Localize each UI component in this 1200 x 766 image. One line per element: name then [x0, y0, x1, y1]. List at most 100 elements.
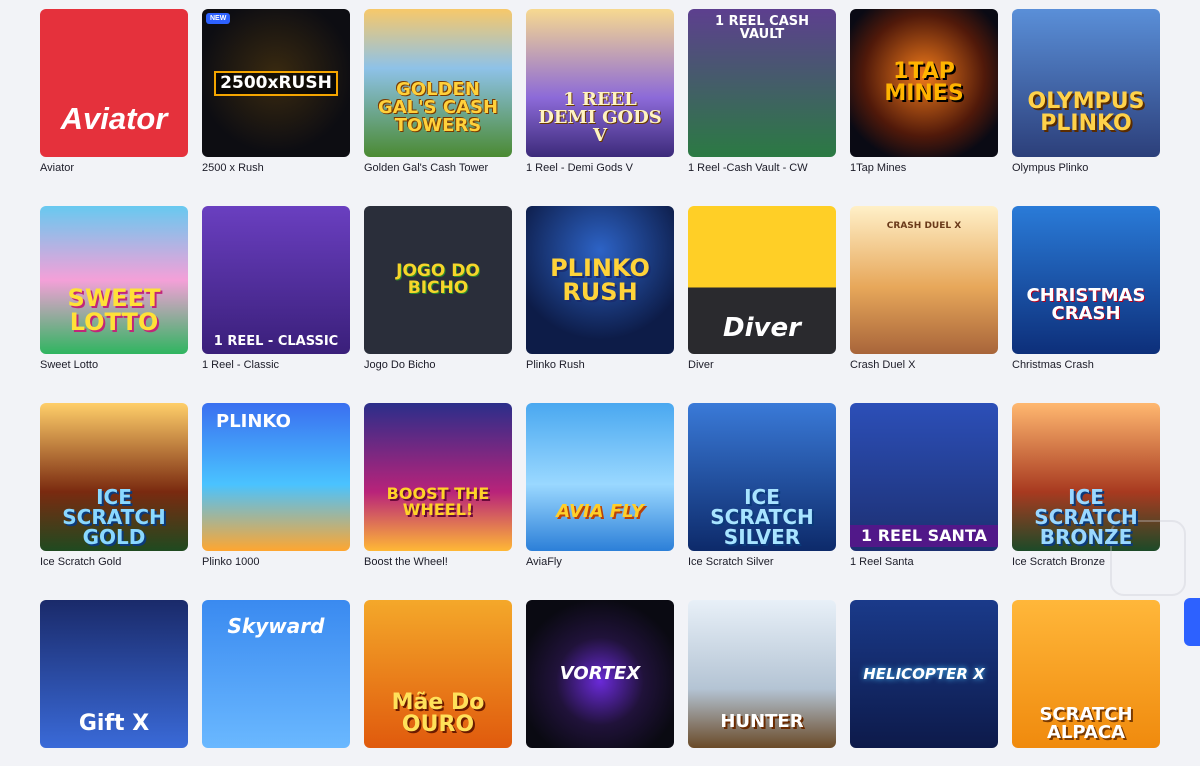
- game-thumbnail[interactable]: GOLDEN GAL'S CASH TOWERS: [364, 9, 512, 157]
- game-card[interactable]: VORTEX: [526, 600, 674, 766]
- game-logo-text: 1 REEL SANTA: [850, 525, 998, 547]
- game-thumbnail[interactable]: 1 REEL CASH VAULT: [688, 9, 836, 157]
- game-thumbnail[interactable]: 1 REEL DEMI GODS V: [526, 9, 674, 157]
- game-card[interactable]: Mãe Do OURO: [364, 600, 512, 766]
- game-card[interactable]: OLYMPUS PLINKO Olympus Plinko: [1012, 9, 1160, 175]
- game-title[interactable]: 1 Reel - Classic: [202, 358, 350, 372]
- game-title[interactable]: Plinko Rush: [526, 358, 674, 372]
- game-card[interactable]: JOGO DO BICHO Jogo Do Bicho: [364, 206, 512, 372]
- game-title[interactable]: [688, 752, 836, 766]
- game-title[interactable]: Plinko 1000: [202, 555, 350, 569]
- game-thumbnail[interactable]: 1 REEL - CLASSIC: [202, 206, 350, 354]
- game-title[interactable]: Jogo Do Bicho: [364, 358, 512, 372]
- game-thumbnail[interactable]: ICE SCRATCH SILVER: [688, 403, 836, 551]
- game-thumbnail[interactable]: OLYMPUS PLINKO: [1012, 9, 1160, 157]
- game-card[interactable]: NEW 2500xRUSH 2500 x Rush: [202, 9, 350, 175]
- game-logo-text: ICE SCRATCH BRONZE: [1034, 485, 1138, 549]
- side-chat-tab[interactable]: [1184, 598, 1200, 646]
- game-logo-text: VORTEX: [559, 663, 641, 684]
- game-logo-text: Aviator: [60, 100, 168, 136]
- game-thumbnail[interactable]: JOGO DO BICHO: [364, 206, 512, 354]
- game-thumbnail[interactable]: BOOST THE WHEEL!: [364, 403, 512, 551]
- game-thumbnail[interactable]: Aviator: [40, 9, 188, 157]
- game-thumbnail[interactable]: PLINKO: [202, 403, 350, 551]
- game-card[interactable]: BOOST THE WHEEL! Boost the Wheel!: [364, 403, 512, 569]
- game-thumbnail[interactable]: Skyward: [202, 600, 350, 748]
- game-card[interactable]: 1TAP MINES 1Tap Mines: [850, 9, 998, 175]
- game-thumbnail[interactable]: PLINKO RUSH: [526, 206, 674, 354]
- game-card[interactable]: ICE SCRATCH SILVER Ice Scratch Silver: [688, 403, 836, 569]
- game-title[interactable]: Diver: [688, 358, 836, 372]
- game-thumbnail[interactable]: 1TAP MINES: [850, 9, 998, 157]
- game-thumbnail[interactable]: CHRISTMAS CRASH: [1012, 206, 1160, 354]
- game-card[interactable]: AVIA FLY AviaFly: [526, 403, 674, 569]
- game-title[interactable]: [40, 752, 188, 766]
- game-logo-text: PLINKO: [216, 411, 291, 432]
- game-logo-text: HUNTER: [720, 710, 804, 732]
- game-logo-text: ICE SCRATCH SILVER: [710, 485, 814, 549]
- game-logo-text: BOOST THE WHEEL!: [386, 484, 490, 519]
- game-title[interactable]: Crash Duel X: [850, 358, 998, 372]
- game-thumbnail[interactable]: 1 REEL SANTA: [850, 403, 998, 551]
- game-title[interactable]: [1012, 752, 1160, 766]
- game-card[interactable]: 1 REEL CASH VAULT 1 Reel -Cash Vault - CW: [688, 9, 836, 175]
- game-thumbnail[interactable]: NEW 2500xRUSH: [202, 9, 350, 157]
- game-card[interactable]: ICE SCRATCH GOLD Ice Scratch Gold: [40, 403, 188, 569]
- game-logo-text: 1 REEL - CLASSIC: [213, 334, 339, 349]
- game-title[interactable]: Christmas Crash: [1012, 358, 1160, 372]
- game-card[interactable]: 1 REEL SANTA 1 Reel Santa: [850, 403, 998, 569]
- game-thumbnail[interactable]: Mãe Do OURO: [364, 600, 512, 748]
- game-logo-text: Gift X: [78, 711, 150, 736]
- game-thumbnail[interactable]: SWEET LOTTO: [40, 206, 188, 354]
- game-thumbnail[interactable]: AVIA FLY: [526, 403, 674, 551]
- game-card[interactable]: Gift X: [40, 600, 188, 766]
- game-title[interactable]: Boost the Wheel!: [364, 555, 512, 569]
- game-grid: Aviator Aviator NEW 2500xRUSH 2500 x Rush GOL…: [40, 9, 1160, 766]
- game-logo-text: HELICOPTER X: [863, 664, 985, 683]
- game-card[interactable]: CHRISTMAS CRASH Christmas Crash: [1012, 206, 1160, 372]
- game-thumbnail[interactable]: ICE SCRATCH GOLD: [40, 403, 188, 551]
- game-card[interactable]: Diver Diver: [688, 206, 836, 372]
- game-card[interactable]: CRASH DUEL X Crash Duel X: [850, 206, 998, 372]
- game-card[interactable]: SCRATCH ALPACA: [1012, 600, 1160, 766]
- game-card[interactable]: GOLDEN GAL'S CASH TOWERS Golden Gal's Cas…: [364, 9, 512, 175]
- game-title[interactable]: Sweet Lotto: [40, 358, 188, 372]
- game-thumbnail[interactable]: Diver: [688, 206, 836, 354]
- game-thumbnail[interactable]: Gift X: [40, 600, 188, 748]
- game-card[interactable]: 1 REEL - CLASSIC 1 Reel - Classic: [202, 206, 350, 372]
- game-card[interactable]: ICE SCRATCH BRONZE Ice Scratch Bronze: [1012, 403, 1160, 569]
- game-thumbnail[interactable]: ICE SCRATCH BRONZE: [1012, 403, 1160, 551]
- game-title[interactable]: Aviator: [40, 161, 188, 175]
- game-title[interactable]: [202, 752, 350, 766]
- game-card[interactable]: HUNTER: [688, 600, 836, 766]
- game-logo-text: PLINKO RUSH: [550, 254, 650, 306]
- game-title[interactable]: Golden Gal's Cash Tower: [364, 161, 512, 175]
- game-title[interactable]: [364, 752, 512, 766]
- game-thumbnail[interactable]: VORTEX: [526, 600, 674, 748]
- game-thumbnail[interactable]: HUNTER: [688, 600, 836, 748]
- new-badge: NEW: [206, 13, 231, 24]
- game-title[interactable]: Ice Scratch Silver: [688, 555, 836, 569]
- game-title[interactable]: [526, 752, 674, 766]
- game-title[interactable]: Ice Scratch Gold: [40, 555, 188, 569]
- game-title[interactable]: 2500 x Rush: [202, 161, 350, 175]
- game-card[interactable]: Skyward: [202, 600, 350, 766]
- game-card[interactable]: PLINKO RUSH Plinko Rush: [526, 206, 674, 372]
- game-title[interactable]: 1Tap Mines: [850, 161, 998, 175]
- game-card[interactable]: HELICOPTER X: [850, 600, 998, 766]
- game-thumbnail[interactable]: HELICOPTER X: [850, 600, 998, 748]
- game-logo-text: Skyward: [227, 614, 325, 638]
- game-card[interactable]: 1 REEL DEMI GODS V 1 Reel - Demi Gods V: [526, 9, 674, 175]
- game-title[interactable]: [850, 752, 998, 766]
- game-title[interactable]: AviaFly: [526, 555, 674, 569]
- game-title[interactable]: Olympus Plinko: [1012, 161, 1160, 175]
- game-card[interactable]: PLINKO Plinko 1000: [202, 403, 350, 569]
- game-card[interactable]: SWEET LOTTO Sweet Lotto: [40, 206, 188, 372]
- game-title[interactable]: 1 Reel Santa: [850, 555, 998, 569]
- game-card[interactable]: Aviator Aviator: [40, 9, 188, 175]
- game-title[interactable]: 1 Reel -Cash Vault - CW: [688, 161, 836, 175]
- game-thumbnail[interactable]: CRASH DUEL X: [850, 206, 998, 354]
- game-title[interactable]: 1 Reel - Demi Gods V: [526, 161, 674, 175]
- game-logo-text: ICE SCRATCH GOLD: [62, 485, 166, 549]
- game-thumbnail[interactable]: SCRATCH ALPACA: [1012, 600, 1160, 748]
